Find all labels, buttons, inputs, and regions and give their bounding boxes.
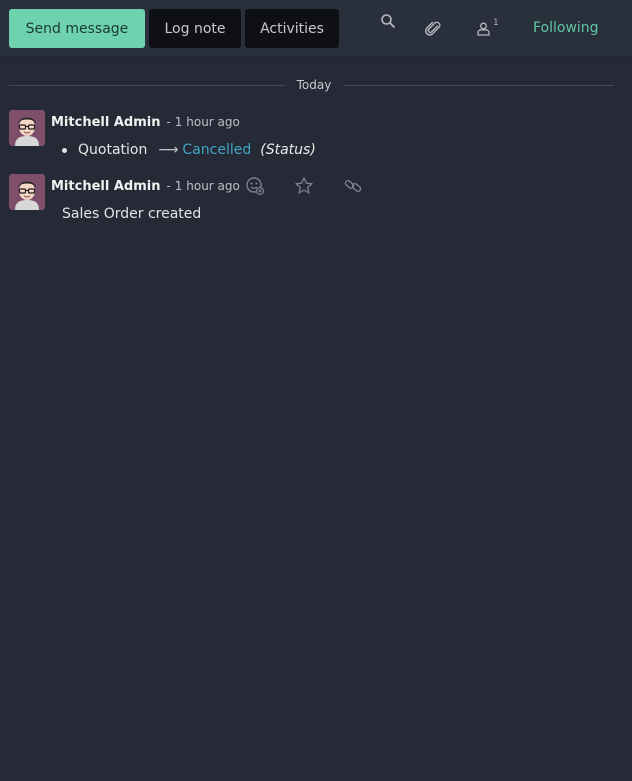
following-button[interactable]: Following bbox=[533, 20, 599, 36]
tracking-arrow-icon: ⟶ bbox=[158, 142, 179, 158]
star-icon[interactable] bbox=[294, 176, 314, 196]
link-icon[interactable] bbox=[343, 176, 363, 196]
avatar[interactable] bbox=[9, 174, 45, 210]
user-icon[interactable] bbox=[477, 22, 490, 36]
log-note-button[interactable]: Log note bbox=[149, 9, 241, 48]
message-body: Sales Order created bbox=[62, 206, 202, 222]
chatter-topbar: Send message Log note Activities 1 Follo… bbox=[0, 0, 632, 57]
date-separator: Today bbox=[9, 78, 614, 94]
tracking-field-name: (Status) bbox=[260, 142, 316, 158]
activities-button[interactable]: Activities bbox=[245, 9, 339, 48]
message-header: Mitchell Admin - 1 hour ago bbox=[51, 115, 240, 130]
message-time: 1 hour ago bbox=[174, 179, 240, 193]
send-message-button[interactable]: Send message bbox=[9, 9, 145, 48]
tracking-new-value: Cancelled bbox=[182, 142, 252, 158]
message-separator: - bbox=[166, 179, 171, 193]
search-icon[interactable] bbox=[380, 13, 396, 29]
divider-line bbox=[9, 85, 285, 86]
tracking-old-value: Quotation bbox=[78, 142, 148, 158]
divider-line bbox=[343, 85, 614, 86]
message-author[interactable]: Mitchell Admin bbox=[51, 115, 160, 130]
date-label: Today bbox=[296, 78, 332, 92]
tracking-value: Quotation ⟶ Cancelled (Status) bbox=[62, 142, 316, 158]
avatar[interactable] bbox=[9, 110, 45, 146]
message-header: Mitchell Admin - 1 hour ago bbox=[51, 179, 240, 194]
follower-count: 1 bbox=[493, 18, 499, 28]
message-separator: - bbox=[166, 115, 171, 129]
paperclip-icon[interactable] bbox=[425, 20, 443, 38]
message-time: 1 hour ago bbox=[174, 115, 240, 129]
add-reaction-icon[interactable] bbox=[245, 176, 265, 196]
message-author[interactable]: Mitchell Admin bbox=[51, 179, 160, 194]
bullet bbox=[62, 147, 67, 153]
